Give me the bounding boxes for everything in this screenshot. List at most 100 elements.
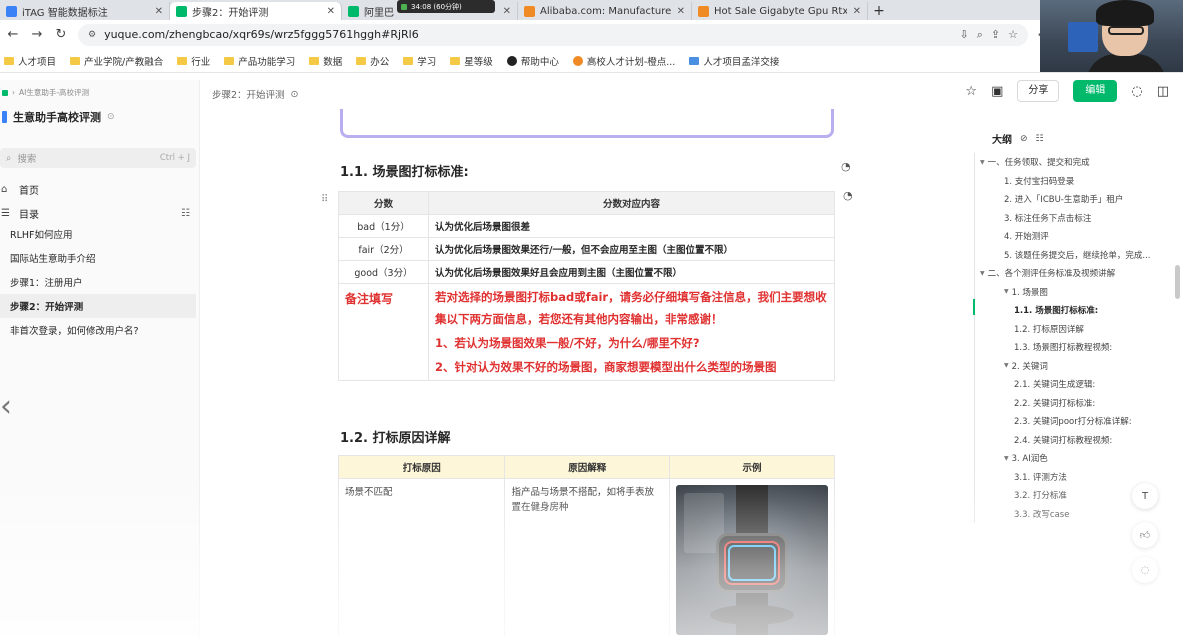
site-info-icon[interactable]: ⚙: [88, 30, 96, 40]
folder-icon: [403, 56, 414, 65]
bookmark-item[interactable]: 行业: [177, 54, 210, 68]
close-icon[interactable]: ✕: [677, 6, 685, 17]
install-icon[interactable]: ⇩: [960, 28, 969, 41]
outline-item[interactable]: 2.2. 关键词打标标准:: [980, 394, 1160, 413]
outline-item[interactable]: 3. 标注任务下点击标注: [980, 209, 1160, 228]
bookmark-item[interactable]: 人才项目孟洋交接: [689, 54, 779, 68]
edit-button[interactable]: 编辑: [1073, 80, 1118, 102]
present-icon[interactable]: ▣: [991, 84, 1003, 99]
caret-down-icon[interactable]: ▼: [1004, 288, 1009, 295]
document-body: 1.1. 场景图打标标准: ◔ ◔ ⠿ 分数 分数对应内容 bad（1分） 认为…: [200, 109, 970, 637]
bookmark-item[interactable]: 产品功能学习: [224, 54, 295, 68]
history-icon[interactable]: ⊙: [291, 89, 299, 100]
list-icon[interactable]: ☷: [1036, 134, 1044, 144]
outline-item[interactable]: 1.1. 场景图打标标准:: [980, 301, 1160, 320]
outline-item[interactable]: ▼ 2. 关键词: [980, 357, 1160, 376]
outline-item[interactable]: 1.2. 打标原因详解: [980, 320, 1160, 339]
outline-item[interactable]: 4. 开始测评: [980, 227, 1160, 246]
comment-icon[interactable]: ◌: [1132, 557, 1158, 583]
chevron-left-icon[interactable]: ‹: [0, 392, 12, 422]
outline-item[interactable]: 2.3. 关键词poor打分标准详解:: [980, 412, 1160, 431]
thumbs-up-icon[interactable]: 👍︎: [1132, 522, 1158, 548]
close-icon[interactable]: ✕: [155, 6, 163, 17]
zoom-icon[interactable]: ⌕: [977, 28, 983, 42]
outline-item[interactable]: ▼ 1. 场景图: [980, 283, 1160, 302]
score-cell: bad（1分）: [338, 214, 429, 238]
outline-item[interactable]: 2.4. 关键词打标教程视频:: [980, 431, 1160, 450]
sidebar-item-step1[interactable]: 步骤1：注册用户: [0, 270, 196, 294]
outline-item[interactable]: 3.3. 改写case: [980, 505, 1160, 524]
knowledge-base-title[interactable]: 生意助手高校评测 ⊙: [2, 109, 115, 125]
desc-cell: 认为优化后场景图很差: [428, 214, 835, 238]
bookmark-item[interactable]: 产业学院/产教融合: [70, 54, 163, 68]
bookmark-item[interactable]: 人才项目: [4, 54, 56, 68]
eye-off-icon[interactable]: ⊘: [1020, 134, 1028, 144]
new-tab-button[interactable]: +: [868, 2, 890, 20]
share-page-icon[interactable]: ⇪: [991, 28, 1000, 41]
outline-item[interactable]: 2. 进入「ICBU-生意助手」租户: [980, 190, 1160, 209]
sidebar-item-home[interactable]: ⌂ 首页: [0, 177, 196, 201]
breadcrumb-text[interactable]: 步骤2：开始评测: [212, 87, 285, 101]
outline-item[interactable]: 2.1. 关键词生成逻辑:: [980, 375, 1160, 394]
browser-tab-step2[interactable]: 步骤2：开始评测 ✕: [170, 2, 342, 20]
sidebar-item-step2[interactable]: 步骤2：开始评测: [0, 294, 196, 318]
header-actions: ☆ ▣ 分享 编辑 ◌ ◫: [965, 80, 1169, 102]
bookmark-item[interactable]: 帮助中心: [506, 54, 559, 68]
share-button[interactable]: 分享: [1017, 80, 1060, 102]
sidebar-crumb[interactable]: › AI生意助手-高校评测: [2, 87, 89, 98]
browser-tab-gigabyte[interactable]: Hot Sale Gigabyte Gpu Rtx 30 ✕: [692, 2, 868, 20]
close-icon[interactable]: ✕: [327, 6, 335, 17]
outline-item[interactable]: 3.1. 评测方法: [980, 468, 1160, 487]
caret-down-icon[interactable]: ▼: [1004, 455, 1009, 462]
caret-down-icon[interactable]: ▼: [980, 270, 985, 277]
url-bar[interactable]: ⚙ yuque.com/zhengbcao/xqr69s/wrz5fggg576…: [78, 23, 1028, 46]
comment-icon[interactable]: ◔: [841, 160, 851, 173]
history-icon[interactable]: ⊙: [107, 112, 115, 122]
outline-list: ▼ 一、任务领取、提交和完成 1. 支付宝扫码登录 2. 进入「ICBU-生意助手」租…: [980, 153, 1160, 523]
outline-item[interactable]: ▼ 3. AI润色: [980, 449, 1160, 468]
desc-cell: 认为优化后场景图效果好且会应用到主图（主图位置不限）: [428, 260, 835, 284]
outline-item[interactable]: 1. 支付宝扫码登录: [980, 172, 1160, 191]
browser-tab-alibaba[interactable]: Alibaba.com: Manufacturers, ✕: [518, 2, 692, 20]
outline-item[interactable]: ▼ 二、各个测评任务标准及视频讲解: [980, 264, 1160, 283]
outline-item[interactable]: 5. 该题任务提交后，继续抢单，完成...: [980, 246, 1160, 265]
bookmark-star-icon[interactable]: ☆: [1008, 28, 1018, 41]
sidebar-item-intro[interactable]: 国际站生意助手介绍: [0, 246, 196, 270]
star-icon[interactable]: ☆: [965, 84, 977, 99]
sidebar-search[interactable]: ⌕ 搜索 Ctrl + J: [0, 148, 196, 168]
caret-down-icon[interactable]: ▼: [1004, 362, 1009, 369]
sidebar-doc-list: RLHF如何应用 国际站生意助手介绍 步骤1：注册用户 步骤2：开始评测 非首次…: [0, 222, 196, 342]
bookmark-item[interactable]: 数据: [309, 54, 342, 68]
comment-icon[interactable]: ◔: [843, 189, 853, 202]
drag-handle-icon[interactable]: ⠿: [321, 194, 328, 205]
example-watch-image[interactable]: [675, 485, 828, 635]
outline-item[interactable]: 1.3. 场景图打标教程视频:: [980, 338, 1160, 357]
address-bar-row: ← → ↻ ⚙ yuque.com/zhengbcao/xqr69s/wrz5f…: [0, 20, 1183, 49]
bookmark-item[interactable]: 学习: [403, 54, 436, 68]
bookmark-item[interactable]: 星等级: [450, 54, 493, 68]
close-icon[interactable]: ✕: [503, 6, 511, 17]
url-text[interactable]: yuque.com/zhengbcao/xqr69s/wrz5fggg5761h…: [104, 28, 951, 41]
outline-item[interactable]: ▼ 一、任务领取、提交和完成: [980, 153, 1160, 172]
outline-item-label: 2.4. 关键词打标教程视频:: [1014, 435, 1113, 446]
bookmark-item[interactable]: 高校人才计划-橙点...: [572, 54, 675, 68]
alibaba-favicon-icon: [698, 5, 709, 17]
scrollbar-thumb[interactable]: [1175, 265, 1180, 299]
sidebar-item-rlhf[interactable]: RLHF如何应用: [0, 222, 196, 246]
caret-down-icon[interactable]: ▼: [980, 159, 985, 166]
comment-icon[interactable]: ◌: [1131, 84, 1142, 99]
forward-arrow-icon[interactable]: →: [30, 27, 44, 42]
explain-cell: 指产品与场景不搭配，如将手表放置在健身房种: [504, 478, 670, 637]
font-size-button[interactable]: T: [1132, 483, 1158, 509]
browser-tab-itag[interactable]: iTAG 智能数据标注 ✕: [0, 2, 170, 20]
embedded-card: [340, 109, 834, 138]
collapse-list-icon[interactable]: ☷: [181, 208, 190, 219]
bookmark-item[interactable]: 办公: [356, 54, 389, 68]
sidebar-nav: ⌂ 首页 ☰ 目录 ☷: [0, 177, 196, 225]
sidebar-toggle-icon[interactable]: ◫: [1157, 84, 1169, 99]
recording-icon: [401, 3, 407, 10]
reload-icon[interactable]: ↻: [54, 27, 68, 42]
sidebar-item-rename[interactable]: 非首次登录，如何修改用户名?: [0, 318, 196, 342]
close-icon[interactable]: ✕: [853, 6, 861, 17]
back-arrow-icon[interactable]: ←: [6, 27, 20, 42]
